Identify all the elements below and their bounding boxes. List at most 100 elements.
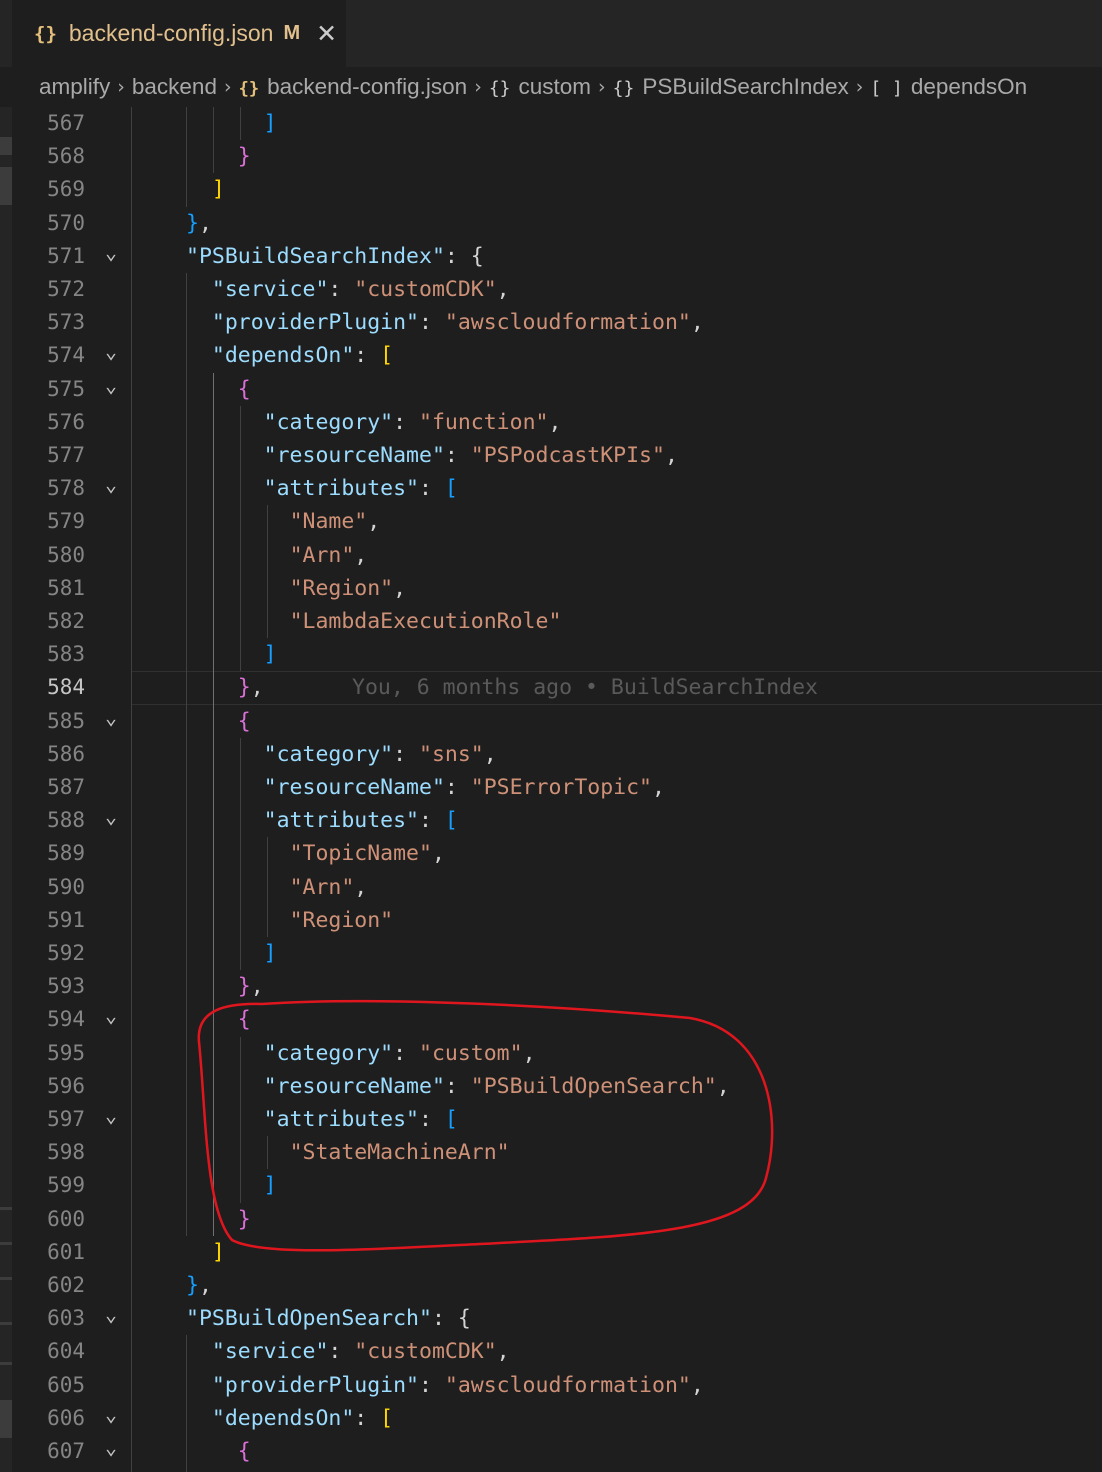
line-number: 606 bbox=[47, 1405, 85, 1430]
code-line[interactable]: 569 ] bbox=[12, 173, 1102, 206]
line-number: 580 bbox=[47, 542, 85, 567]
line-number: 569 bbox=[47, 177, 85, 202]
code-line[interactable]: 602}, bbox=[12, 1269, 1102, 1302]
line-number: 579 bbox=[47, 509, 85, 534]
line-number: 572 bbox=[47, 277, 85, 301]
code-line[interactable]: 594 ⌄ { bbox=[12, 1003, 1102, 1036]
code-line[interactable]: 574 ⌄ "dependsOn": [ bbox=[12, 339, 1102, 372]
code-line[interactable]: 597 ⌄ "attributes": [ bbox=[12, 1103, 1102, 1136]
fold-chevron-icon[interactable]: ⌄ bbox=[100, 705, 122, 738]
code-line[interactable]: 578 ⌄ "attributes": [ bbox=[12, 472, 1102, 505]
code-text: { bbox=[237, 376, 251, 402]
line-number: 596 bbox=[47, 1073, 85, 1098]
line-number: 588 bbox=[47, 808, 85, 833]
code-line[interactable]: 600 } bbox=[12, 1203, 1102, 1236]
chevron-right-icon: › bbox=[474, 76, 482, 98]
breadcrumb-item[interactable]: [ ] dependsOn bbox=[870, 74, 1027, 100]
code-line[interactable]: 575 ⌄ { bbox=[12, 373, 1102, 406]
code-text: }, bbox=[186, 1273, 212, 1298]
fold-chevron-icon[interactable]: ⌄ bbox=[100, 240, 122, 273]
code-text: "attributes": [ bbox=[263, 808, 458, 834]
code-line[interactable]: 590 "Arn", bbox=[12, 871, 1102, 904]
code-editor[interactable]: 567 ] 568 } 569 ] 570}, 571 ⌄ "PSBuildSearchIn… bbox=[12, 107, 1102, 1472]
code-line[interactable]: 593 }, bbox=[12, 970, 1102, 1003]
code-text: "StateMachineArn" bbox=[289, 1140, 510, 1166]
code-line[interactable]: 603 ⌄ "PSBuildOpenSearch": { bbox=[12, 1302, 1102, 1335]
code-line[interactable]: 604 "service": "customCDK", bbox=[12, 1335, 1102, 1368]
code-text: ] bbox=[211, 1239, 225, 1265]
breadcrumb-item[interactable]: {} backend-config.json bbox=[239, 74, 468, 100]
code-text: "Region" bbox=[289, 907, 394, 933]
scroll-marker bbox=[0, 137, 12, 155]
code-line[interactable]: 589 "TopicName", bbox=[12, 837, 1102, 870]
line-number: 577 bbox=[47, 443, 85, 467]
code-line[interactable]: 598 "StateMachineArn" bbox=[12, 1136, 1102, 1169]
code-line[interactable]: 567 ] bbox=[12, 107, 1102, 140]
breadcrumb-label: backend bbox=[131, 74, 217, 99]
code-text: "attributes": [ bbox=[263, 476, 458, 502]
breadcrumb-item[interactable]: backend bbox=[132, 74, 217, 100]
code-line[interactable]: 591 "Region" bbox=[12, 904, 1102, 937]
code-text: "providerPlugin": "awscloudformation", bbox=[211, 310, 704, 336]
breadcrumb-item[interactable]: {} PSBuildSearchIndex bbox=[613, 74, 849, 100]
fold-chevron-icon[interactable]: ⌄ bbox=[100, 1302, 122, 1335]
indent-guide bbox=[186, 273, 187, 1236]
close-icon[interactable]: ✕ bbox=[316, 19, 337, 49]
breadcrumb-item[interactable]: amplify bbox=[39, 74, 110, 100]
fold-chevron-icon[interactable]: ⌄ bbox=[100, 1435, 122, 1468]
code-line[interactable]: 588 ⌄ "attributes": [ bbox=[12, 804, 1102, 837]
code-text: "resourceName": "PSPodcastKPIs", bbox=[263, 443, 678, 468]
code-line[interactable]: 601 ] bbox=[12, 1236, 1102, 1269]
code-line[interactable]: 585 ⌄ { bbox=[12, 705, 1102, 738]
line-number: 575 bbox=[47, 376, 85, 401]
fold-chevron-icon[interactable]: ⌄ bbox=[100, 1003, 122, 1036]
code-line[interactable]: 607 ⌄ { bbox=[12, 1435, 1102, 1468]
code-line[interactable]: 573 "providerPlugin": "awscloudformation… bbox=[12, 306, 1102, 339]
code-line[interactable]: 599 ] bbox=[12, 1169, 1102, 1202]
code-line[interactable]: 580 "Arn", bbox=[12, 539, 1102, 572]
code-text: ] bbox=[263, 1173, 277, 1199]
code-line[interactable]: 583 ] bbox=[12, 638, 1102, 671]
tab-backend-config-json[interactable]: {} backend-config.json M ✕ bbox=[12, 0, 346, 67]
line-number: 603 bbox=[47, 1306, 85, 1331]
code-line[interactable]: 576 "category": "function", bbox=[12, 406, 1102, 439]
line-number: 583 bbox=[47, 642, 85, 667]
scroll-marker bbox=[0, 1242, 12, 1245]
code-line[interactable]: 592 ] bbox=[12, 937, 1102, 970]
indent-guide bbox=[267, 1136, 268, 1170]
modified-badge: M bbox=[283, 22, 301, 44]
code-line[interactable]: 568 } bbox=[12, 140, 1102, 173]
code-line[interactable]: 570}, bbox=[12, 207, 1102, 240]
code-line[interactable]: 584 }, You, 6 months ago • BuildSearchInd… bbox=[12, 671, 1102, 705]
fold-chevron-icon[interactable]: ⌄ bbox=[100, 472, 122, 505]
breadcrumb-item[interactable]: {} custom bbox=[489, 74, 591, 100]
code-text: "attributes": [ bbox=[263, 1107, 458, 1132]
code-line[interactable]: 571 ⌄ "PSBuildSearchIndex": { bbox=[12, 240, 1102, 273]
code-text: "PSBuildOpenSearch": { bbox=[186, 1306, 471, 1332]
code-line[interactable]: 587 "resourceName": "PSErrorTopic", bbox=[12, 771, 1102, 804]
code-line[interactable]: 579 "Name", bbox=[12, 505, 1102, 538]
breadcrumb-label: custom bbox=[518, 74, 592, 99]
tab-bar: {} backend-config.json M ✕ bbox=[0, 0, 1102, 67]
fold-chevron-icon[interactable]: ⌄ bbox=[100, 1103, 122, 1136]
fold-chevron-icon[interactable]: ⌄ bbox=[100, 339, 122, 372]
line-number: 602 bbox=[47, 1273, 85, 1297]
code-line[interactable]: 606 ⌄ "dependsOn": [ bbox=[12, 1402, 1102, 1435]
code-line[interactable]: 586 "category": "sns", bbox=[12, 738, 1102, 771]
fold-chevron-icon[interactable]: ⌄ bbox=[100, 373, 122, 406]
scroll-marker bbox=[0, 1207, 12, 1210]
code-line[interactable]: 581 "Region", bbox=[12, 572, 1102, 605]
code-line[interactable]: 596 "resourceName": "PSBuildOpenSearch", bbox=[12, 1070, 1102, 1103]
json-braces-icon: {} bbox=[34, 22, 57, 45]
fold-chevron-icon[interactable]: ⌄ bbox=[100, 1402, 122, 1435]
indent-guide bbox=[240, 405, 241, 672]
code-line[interactable]: 572 "service": "customCDK", bbox=[12, 273, 1102, 306]
code-line[interactable]: 595 "category": "custom", bbox=[12, 1037, 1102, 1070]
indent-guide bbox=[267, 837, 268, 937]
code-text: "service": "customCDK", bbox=[211, 1339, 510, 1365]
code-line[interactable]: 577 "resourceName": "PSPodcastKPIs", bbox=[12, 439, 1102, 472]
code-line[interactable]: 582 "LambdaExecutionRole" bbox=[12, 605, 1102, 638]
line-number: 593 bbox=[47, 974, 85, 999]
code-line[interactable]: 605 "providerPlugin": "awscloudformation… bbox=[12, 1369, 1102, 1402]
fold-chevron-icon[interactable]: ⌄ bbox=[100, 804, 122, 837]
